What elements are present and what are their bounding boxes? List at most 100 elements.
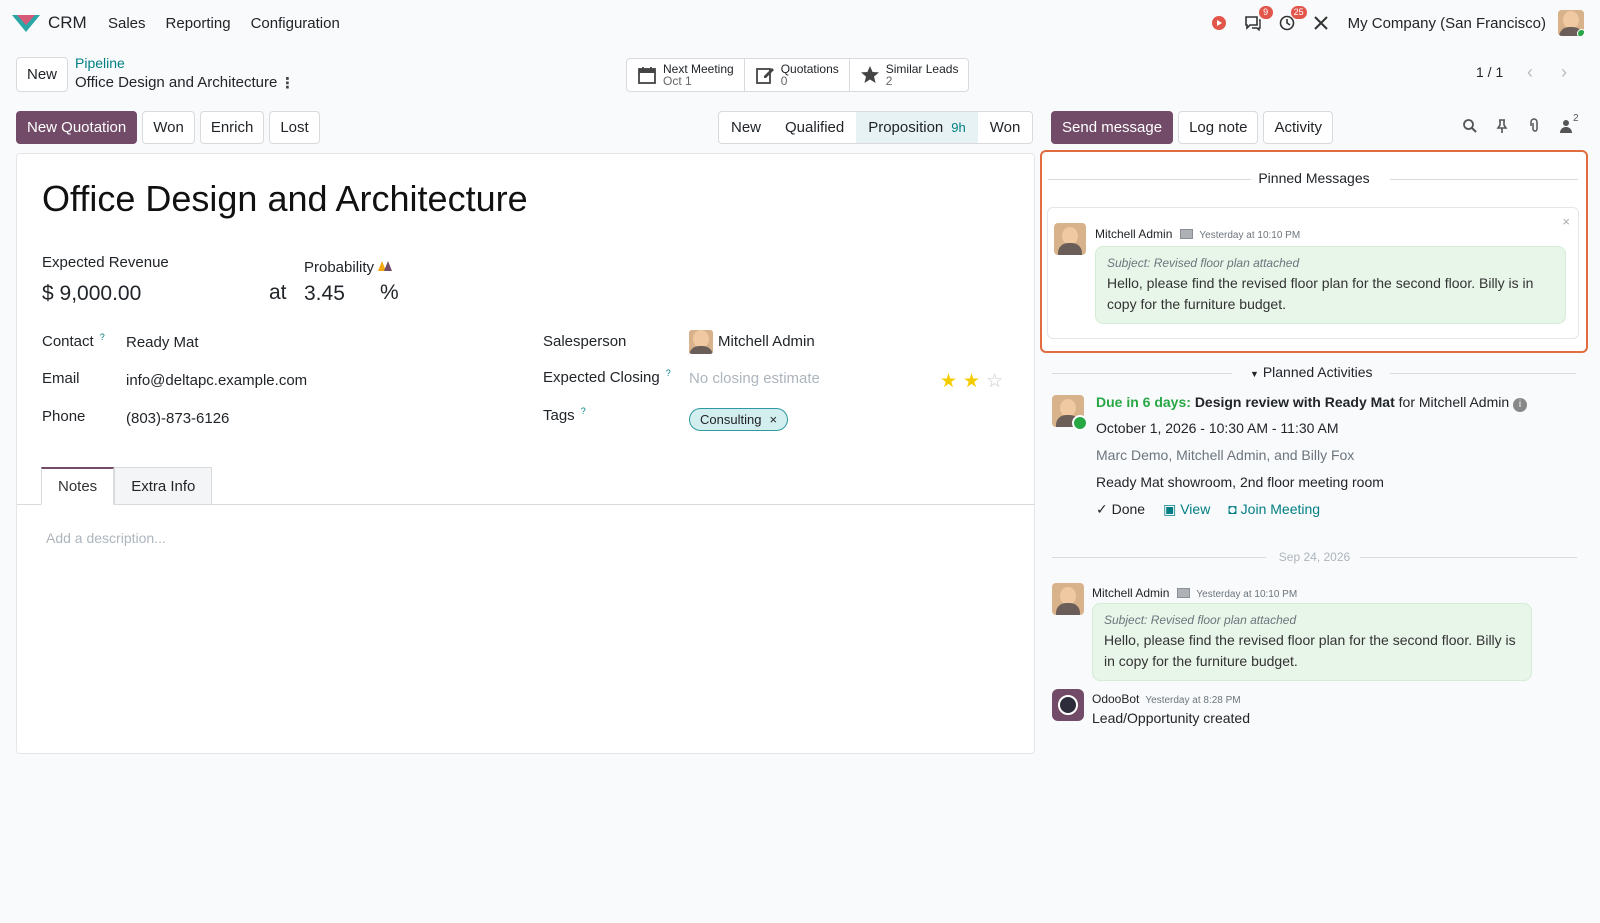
pager-value[interactable]: 1 / 1 — [1476, 64, 1503, 80]
contact-label: Contact? — [42, 332, 105, 350]
pager-previous-icon[interactable]: ‹ — [1514, 58, 1546, 86]
date-separator: Sep 24, 2026 — [1278, 550, 1351, 564]
send-message-button[interactable]: Send message — [1051, 111, 1174, 144]
priority-star-3-icon[interactable]: ☆ — [986, 370, 1003, 393]
help-icon[interactable]: ? — [100, 332, 105, 342]
breadcrumb-pipeline[interactable]: Pipeline — [75, 55, 125, 71]
contact-field[interactable]: Ready Mat — [126, 334, 199, 351]
message-body: Lead/Opportunity created — [1092, 710, 1250, 726]
similar-leads-button[interactable]: Similar Leads 2 — [850, 59, 969, 91]
pager-next-icon[interactable]: › — [1548, 58, 1580, 86]
paperclip-icon[interactable] — [1526, 118, 1544, 136]
search-icon[interactable] — [1462, 118, 1480, 136]
messages-badge: 9 — [1258, 6, 1273, 19]
lead-title[interactable]: Office Design and Architecture — [42, 178, 528, 220]
message-author[interactable]: Mitchell Admin — [1092, 586, 1169, 600]
message-date: Yesterday at 10:10 PM — [1199, 230, 1301, 241]
expected-revenue-field[interactable]: $ 9,000.00 — [42, 282, 141, 306]
priority-star-1-icon[interactable]: ★ — [940, 370, 957, 393]
unpin-close-icon[interactable]: × — [1562, 214, 1570, 229]
tags-label: Tags? — [543, 406, 586, 424]
expected-closing-label: Expected Closing? — [543, 368, 671, 386]
tag-consulting[interactable]: Consulting × — [689, 408, 789, 431]
company-switcher[interactable]: My Company (San Francisco) — [1348, 15, 1546, 32]
message-header: Mitchell Admin Yesterday at 10:10 PM — [1095, 225, 1300, 241]
activity-type-icon — [1072, 415, 1088, 431]
priority-stars: ★ ★ ☆ — [940, 370, 1003, 393]
messages-icon[interactable]: 9 — [1242, 6, 1273, 34]
tag-remove-icon[interactable]: × — [769, 412, 777, 427]
stage-new[interactable]: New — [719, 112, 773, 143]
join-meeting-button[interactable]: ◘ Join Meeting — [1228, 500, 1320, 518]
email-label: Email — [42, 370, 80, 387]
menu-sales[interactable]: Sales — [108, 15, 146, 32]
activities-clock-icon[interactable]: 25 — [1276, 6, 1307, 34]
salesperson-label: Salesperson — [543, 333, 627, 350]
caret-down-icon: ▼ — [1250, 369, 1259, 379]
priority-star-2-icon[interactable]: ★ — [963, 370, 980, 393]
enrich-button[interactable]: Enrich — [199, 111, 265, 144]
help-icon[interactable]: ? — [581, 406, 586, 416]
ai-probability-icon[interactable] — [378, 260, 393, 272]
record-icon[interactable] — [1208, 12, 1230, 34]
stage-proposition[interactable]: Proposition 9h — [856, 112, 978, 143]
form-sheet: Office Design and Architecture Expected … — [16, 153, 1035, 754]
notebook-tabs: Notes Extra Info — [41, 467, 213, 505]
percent-sign: % — [380, 281, 399, 304]
info-icon[interactable]: i — [1513, 398, 1528, 412]
expected-closing-field[interactable]: No closing estimate — [689, 370, 820, 387]
email-field[interactable]: info@deltapc.example.com — [126, 372, 307, 389]
menu-configuration[interactable]: Configuration — [251, 15, 340, 32]
phone-field[interactable]: (803)-873-6126 — [126, 410, 229, 427]
salesperson-face-icon — [689, 330, 713, 354]
planned-activities-toggle[interactable]: ▼ Planned Activities — [1250, 364, 1373, 380]
app-name[interactable]: CRM — [48, 13, 87, 33]
crm-logo-icon[interactable] — [12, 12, 40, 34]
tab-extra-info[interactable]: Extra Info — [114, 467, 213, 505]
activities-badge: 25 — [1290, 6, 1307, 19]
activity-datetime: October 1, 2026 - 10:30 AM - 11:30 AM — [1096, 420, 1339, 436]
won-button[interactable]: Won — [142, 111, 195, 144]
menu-reporting[interactable]: Reporting — [166, 15, 231, 32]
stage-label: Qualified — [785, 119, 845, 136]
activity-done-button[interactable]: ✓ Done — [1096, 500, 1145, 518]
odoobot-avatar[interactable] — [1052, 689, 1084, 721]
author-avatar[interactable] — [1052, 583, 1084, 615]
new-record-button[interactable]: New — [16, 57, 69, 92]
message-author[interactable]: OdooBot — [1092, 692, 1139, 706]
smart-title: Quotations — [780, 62, 839, 76]
quotations-button[interactable]: Quotations 0 — [745, 59, 850, 91]
author-avatar[interactable] — [1054, 223, 1086, 255]
tools-icon[interactable] — [1310, 12, 1332, 34]
message-bubble: Subject: Revised floor plan attached Hel… — [1095, 246, 1566, 324]
tags-label-text: Tags — [543, 407, 575, 424]
stage-qualified[interactable]: Qualified — [773, 112, 856, 143]
probability-field[interactable]: 3.45 — [304, 282, 345, 306]
message-header: OdooBot Yesterday at 8:28 PM — [1092, 690, 1241, 706]
user-avatar[interactable] — [1558, 10, 1584, 36]
salesperson-field[interactable]: Mitchell Admin — [689, 330, 815, 354]
followers-icon[interactable]: 2 — [1558, 113, 1579, 136]
view-label: View — [1180, 501, 1211, 517]
planned-activity: Due in 6 days: Design review with Ready … — [1096, 393, 1576, 525]
log-note-button[interactable]: Log note — [1178, 111, 1259, 144]
message-date: Yesterday at 8:28 PM — [1145, 695, 1241, 706]
divider — [1390, 373, 1576, 374]
activity-button[interactable]: Activity — [1263, 111, 1333, 144]
video-camera-icon: ◘ — [1228, 501, 1237, 517]
tab-notes[interactable]: Notes — [41, 467, 115, 505]
followers-count: 2 — [1573, 113, 1579, 124]
pin-icon[interactable] — [1494, 118, 1512, 136]
top-navbar: CRM Sales Reporting Configuration 9 25 M… — [0, 0, 1600, 46]
smart-title: Similar Leads — [885, 62, 959, 76]
stage-won[interactable]: Won — [978, 112, 1033, 143]
lost-button[interactable]: Lost — [269, 111, 320, 144]
description-field[interactable]: Add a description... — [46, 530, 166, 546]
actions-kebab-icon[interactable]: ⋮ — [280, 74, 295, 92]
pinned-messages-title: Pinned Messages — [1258, 170, 1370, 186]
next-meeting-button[interactable]: Next Meeting Oct 1 — [627, 59, 745, 91]
help-icon[interactable]: ? — [666, 368, 671, 378]
new-quotation-button[interactable]: New Quotation — [16, 111, 138, 144]
activity-view-button[interactable]: ▣ View — [1163, 500, 1210, 518]
message-author[interactable]: Mitchell Admin — [1095, 227, 1172, 241]
